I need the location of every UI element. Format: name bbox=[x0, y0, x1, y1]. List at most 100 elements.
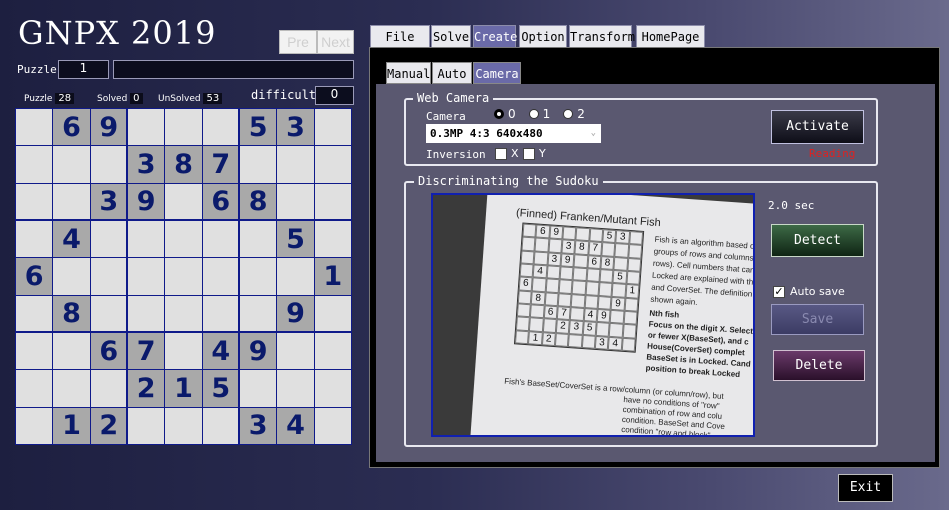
tab-file[interactable]: File bbox=[370, 25, 430, 48]
sudoku-cell[interactable] bbox=[165, 109, 202, 146]
subtab-manual[interactable]: Manual bbox=[386, 62, 431, 84]
sudoku-cell[interactable] bbox=[314, 332, 351, 370]
sudoku-cell[interactable] bbox=[165, 220, 202, 258]
exit-button[interactable]: Exit bbox=[838, 474, 893, 502]
sudoku-cell[interactable]: 4 bbox=[202, 332, 239, 370]
sudoku-cell[interactable] bbox=[53, 370, 90, 407]
sudoku-cell[interactable] bbox=[90, 220, 127, 258]
subtab-auto[interactable]: Auto bbox=[432, 62, 472, 84]
sudoku-cell[interactable] bbox=[314, 407, 351, 444]
delete-button[interactable]: Delete bbox=[773, 350, 865, 381]
sudoku-cell[interactable]: 1 bbox=[53, 407, 90, 444]
sudoku-cell[interactable] bbox=[314, 220, 351, 258]
sudoku-cell[interactable] bbox=[202, 258, 239, 295]
sudoku-cell[interactable]: 3 bbox=[90, 183, 127, 220]
sudoku-cell[interactable] bbox=[16, 183, 53, 220]
sudoku-cell[interactable]: 6 bbox=[16, 258, 53, 295]
sudoku-cell[interactable] bbox=[165, 332, 202, 370]
sudoku-cell[interactable] bbox=[16, 332, 53, 370]
sudoku-cell[interactable] bbox=[127, 295, 165, 332]
sudoku-cell[interactable]: 4 bbox=[277, 407, 314, 444]
sudoku-cell[interactable]: 5 bbox=[277, 220, 314, 258]
sudoku-cell[interactable]: 3 bbox=[277, 109, 314, 146]
sudoku-cell[interactable] bbox=[16, 295, 53, 332]
sudoku-cell[interactable] bbox=[16, 109, 53, 146]
sudoku-cell[interactable] bbox=[165, 295, 202, 332]
sudoku-cell[interactable] bbox=[165, 183, 202, 220]
puzzle-name-field[interactable] bbox=[113, 60, 354, 79]
sudoku-grid[interactable]: 6953387396845618967492151234 bbox=[15, 108, 352, 445]
sudoku-cell[interactable] bbox=[239, 370, 277, 407]
sudoku-cell[interactable] bbox=[277, 146, 314, 183]
sudoku-cell[interactable] bbox=[277, 183, 314, 220]
sudoku-cell[interactable]: 6 bbox=[90, 332, 127, 370]
sudoku-cell[interactable] bbox=[277, 258, 314, 295]
save-button[interactable]: Save bbox=[771, 304, 864, 335]
sudoku-cell[interactable] bbox=[127, 220, 165, 258]
sudoku-cell[interactable]: 9 bbox=[127, 183, 165, 220]
inversion-y[interactable]: Y bbox=[523, 147, 546, 160]
autosave-checkbox[interactable]: ✓ Auto save bbox=[773, 285, 845, 298]
camera-radio-0[interactable]: 0 bbox=[494, 107, 516, 121]
sudoku-cell[interactable] bbox=[90, 295, 127, 332]
sudoku-cell[interactable] bbox=[239, 295, 277, 332]
sudoku-cell[interactable] bbox=[16, 146, 53, 183]
sudoku-cell[interactable] bbox=[277, 332, 314, 370]
sudoku-cell[interactable] bbox=[16, 407, 53, 444]
sudoku-cell[interactable] bbox=[53, 183, 90, 220]
detect-button[interactable]: Detect bbox=[771, 224, 864, 257]
sudoku-cell[interactable] bbox=[127, 258, 165, 295]
pre-button[interactable]: Pre bbox=[279, 30, 317, 54]
sudoku-cell[interactable] bbox=[90, 146, 127, 183]
difficulty-field[interactable]: 0 bbox=[315, 86, 354, 105]
sudoku-cell[interactable]: 2 bbox=[90, 407, 127, 444]
sudoku-cell[interactable] bbox=[16, 370, 53, 407]
tab-transform[interactable]: Transform bbox=[569, 25, 635, 48]
sudoku-cell[interactable]: 4 bbox=[53, 220, 90, 258]
sudoku-cell[interactable]: 6 bbox=[202, 183, 239, 220]
sudoku-cell[interactable] bbox=[53, 146, 90, 183]
tab-solve[interactable]: Solve bbox=[431, 25, 471, 48]
sudoku-cell[interactable]: 9 bbox=[277, 295, 314, 332]
sudoku-cell[interactable] bbox=[202, 295, 239, 332]
sudoku-cell[interactable]: 5 bbox=[202, 370, 239, 407]
tab-homepage[interactable]: HomePage bbox=[636, 25, 705, 48]
sudoku-cell[interactable] bbox=[314, 146, 351, 183]
sudoku-cell[interactable]: 2 bbox=[127, 370, 165, 407]
sudoku-cell[interactable]: 1 bbox=[165, 370, 202, 407]
sudoku-cell[interactable] bbox=[314, 370, 351, 407]
sudoku-cell[interactable] bbox=[202, 220, 239, 258]
sudoku-cell[interactable] bbox=[239, 220, 277, 258]
sudoku-cell[interactable] bbox=[53, 332, 90, 370]
sudoku-cell[interactable] bbox=[53, 258, 90, 295]
camera-radio-2[interactable]: 2 bbox=[563, 107, 585, 121]
sudoku-cell[interactable] bbox=[239, 146, 277, 183]
sudoku-cell[interactable] bbox=[90, 370, 127, 407]
sudoku-cell[interactable] bbox=[165, 407, 202, 444]
sudoku-cell[interactable] bbox=[127, 109, 165, 146]
sudoku-cell[interactable]: 9 bbox=[239, 332, 277, 370]
resolution-select[interactable]: 0.3MP 4:3 640x480 ⌄ bbox=[426, 124, 601, 143]
sudoku-cell[interactable]: 3 bbox=[127, 146, 165, 183]
puzzle-number-field[interactable]: 1 bbox=[58, 60, 109, 79]
subtab-camera[interactable]: Camera bbox=[473, 62, 521, 84]
sudoku-cell[interactable]: 6 bbox=[53, 109, 90, 146]
sudoku-cell[interactable] bbox=[202, 407, 239, 444]
sudoku-cell[interactable] bbox=[277, 370, 314, 407]
sudoku-cell[interactable] bbox=[314, 295, 351, 332]
sudoku-cell[interactable] bbox=[202, 109, 239, 146]
sudoku-cell[interactable]: 7 bbox=[202, 146, 239, 183]
sudoku-cell[interactable] bbox=[16, 220, 53, 258]
sudoku-cell[interactable] bbox=[127, 407, 165, 444]
sudoku-cell[interactable]: 7 bbox=[127, 332, 165, 370]
sudoku-cell[interactable]: 5 bbox=[239, 109, 277, 146]
sudoku-cell[interactable]: 8 bbox=[239, 183, 277, 220]
sudoku-cell[interactable] bbox=[165, 258, 202, 295]
next-button[interactable]: Next bbox=[317, 30, 354, 54]
inversion-x[interactable]: X bbox=[495, 147, 519, 160]
sudoku-cell[interactable]: 8 bbox=[53, 295, 90, 332]
sudoku-cell[interactable] bbox=[239, 258, 277, 295]
sudoku-cell[interactable]: 9 bbox=[90, 109, 127, 146]
activate-button[interactable]: Activate bbox=[771, 110, 864, 144]
tab-create[interactable]: Create bbox=[473, 25, 517, 48]
